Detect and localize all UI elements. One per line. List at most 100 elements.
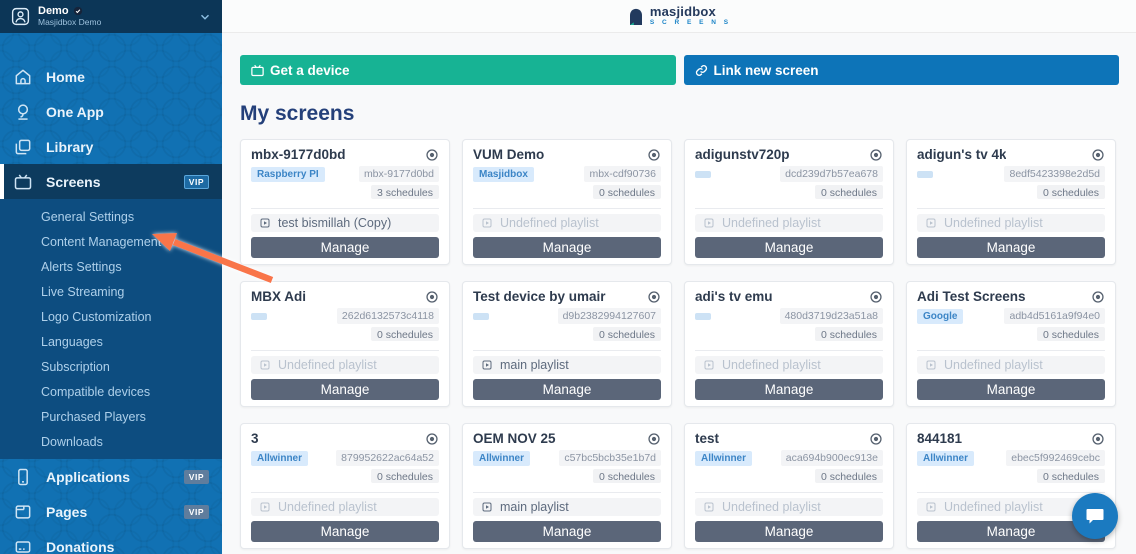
card-divider: [473, 350, 661, 352]
sidebar-subitem-general-settings[interactable]: General Settings: [0, 204, 222, 229]
screen-status-icon[interactable]: [1091, 290, 1105, 304]
screen-name: mbx-9177d0bd: [251, 147, 346, 163]
screen-status-icon[interactable]: [869, 290, 883, 304]
playlist-row[interactable]: Undefined playlist: [695, 214, 883, 232]
screen-status-icon[interactable]: [869, 148, 883, 162]
playlist-row[interactable]: Undefined playlist: [917, 214, 1105, 232]
screen-card: OEM NOV 25 Allwinner c57bc5bcb35e1b7d 0 sch…: [462, 423, 672, 549]
page-title: My screens: [240, 102, 355, 125]
screen-status-icon[interactable]: [869, 432, 883, 446]
playlist-row[interactable]: Undefined playlist: [251, 356, 439, 374]
device-id: mbx-9177d0bd: [358, 166, 439, 183]
chat-widget-button[interactable]: [1072, 493, 1118, 539]
screen-name: test: [695, 431, 720, 447]
sidebar-item-home[interactable]: Home: [0, 59, 222, 94]
card-divider: [251, 492, 439, 494]
playlist-row[interactable]: main playlist: [473, 356, 661, 374]
device-brand-badge: Allwinner: [473, 450, 531, 466]
sidebar-subitem-downloads[interactable]: Downloads: [0, 429, 222, 454]
manage-button[interactable]: Manage: [695, 236, 883, 258]
playlist-row[interactable]: main playlist: [473, 498, 661, 516]
manage-button[interactable]: Manage: [917, 236, 1105, 258]
screen-name: Test device by umair: [473, 289, 606, 305]
play-icon: [259, 359, 271, 371]
screen-name: OEM NOV 25: [473, 431, 556, 447]
chat-icon: [1086, 509, 1104, 524]
manage-button[interactable]: Manage: [473, 520, 661, 542]
playlist-row[interactable]: Undefined playlist: [251, 498, 439, 516]
playlist-row[interactable]: Undefined playlist: [695, 356, 883, 374]
play-icon: [925, 359, 937, 371]
playlist-row[interactable]: Undefined playlist: [473, 214, 661, 232]
screen-card: adigun's tv 4k 8edf5423398e2d5d 0 schedule…: [906, 139, 1116, 265]
card-meta-row: Google adb4d5161a9f94e0: [917, 308, 1105, 325]
manage-button[interactable]: Manage: [251, 520, 439, 542]
card-meta-row: 262d6132573c4118: [251, 308, 439, 325]
chevron-down-icon[interactable]: [198, 10, 212, 24]
screen-name: adi's tv emu: [695, 289, 773, 305]
schedules-badge: 0 schedules: [814, 469, 883, 484]
playlist-label: Undefined playlist: [500, 215, 599, 230]
sidebar-item-donations[interactable]: Donations: [0, 529, 222, 554]
sidebar-item-pages[interactable]: Pages VIP: [0, 494, 222, 529]
sidebar-subitem-live-streaming[interactable]: Live Streaming: [0, 279, 222, 304]
playlist-row[interactable]: Undefined playlist: [695, 498, 883, 516]
playlist-row[interactable]: test bismillah (Copy): [251, 214, 439, 232]
card-divider: [917, 492, 1105, 494]
sidebar-item-applications[interactable]: Applications VIP: [0, 459, 222, 494]
screen-status-icon[interactable]: [647, 148, 661, 162]
manage-button[interactable]: Manage: [473, 378, 661, 400]
sidebar-subitem-content-management[interactable]: Content Management: [0, 229, 222, 254]
card-meta-row: d9b2382994127607: [473, 308, 661, 325]
sidebar-item-library[interactable]: Library: [0, 129, 222, 164]
sidebar-subitem-alerts-settings[interactable]: Alerts Settings: [0, 254, 222, 279]
card-header: adigun's tv 4k: [917, 147, 1105, 162]
sidebar-subitem-languages[interactable]: Languages: [0, 329, 222, 354]
screen-status-icon[interactable]: [425, 432, 439, 446]
sidebar-subitem-logo-customization[interactable]: Logo Customization: [0, 304, 222, 329]
device-id: d9b2382994127607: [557, 308, 661, 325]
schedules-badge: 0 schedules: [814, 185, 883, 200]
screen-status-icon[interactable]: [1091, 148, 1105, 162]
sidebar-item-one-app[interactable]: One App: [0, 94, 222, 129]
manage-button[interactable]: Manage: [473, 236, 661, 258]
playlist-row[interactable]: Undefined playlist: [917, 356, 1105, 374]
manage-button[interactable]: Manage: [695, 378, 883, 400]
get-a-device-button[interactable]: Get a device: [240, 55, 676, 85]
screen-status-icon[interactable]: [1091, 432, 1105, 446]
toolbar: Get a device Link new screen: [222, 33, 1136, 85]
manage-button[interactable]: Manage: [251, 378, 439, 400]
playlist-label: Undefined playlist: [278, 357, 377, 372]
playlist-label: main playlist: [500, 357, 569, 372]
sidebar-item-screens[interactable]: Screens VIP: [0, 164, 222, 199]
manage-button[interactable]: Manage: [917, 378, 1105, 400]
tv-icon: [250, 63, 265, 78]
card-divider: [473, 208, 661, 210]
screen-status-icon[interactable]: [647, 432, 661, 446]
card-divider: [917, 350, 1105, 352]
screen-status-icon[interactable]: [425, 290, 439, 304]
manage-button[interactable]: Manage: [695, 520, 883, 542]
card-meta-row: Allwinner c57bc5bcb35e1b7d: [473, 450, 661, 467]
card-meta-row: dcd239d7b57ea678: [695, 166, 883, 183]
card-meta-row: 8edf5423398e2d5d: [917, 166, 1105, 183]
masjidbox-logo: masjidbox S C R E E N S: [627, 5, 731, 27]
sidebar-item-label: Pages: [46, 503, 88, 520]
device-brand-badge: Masjidbox: [473, 166, 534, 182]
screen-status-icon[interactable]: [647, 290, 661, 304]
card-header: test: [695, 431, 883, 446]
link-new-screen-label: Link new screen: [713, 62, 819, 78]
schedules-row: 0 schedules: [473, 469, 661, 484]
sidebar-subitem-purchased-players[interactable]: Purchased Players: [0, 404, 222, 429]
screen-name: 3: [251, 431, 259, 447]
device-id: adb4d5161a9f94e0: [1004, 308, 1105, 325]
link-new-screen-button[interactable]: Link new screen: [683, 55, 1119, 85]
account-switcher[interactable]: Demo Masjidbox Demo: [0, 0, 222, 33]
sidebar-subitem-subscription[interactable]: Subscription: [0, 354, 222, 379]
vip-badge: VIP: [183, 174, 209, 189]
screen-status-icon[interactable]: [425, 148, 439, 162]
schedules-row: 0 schedules: [917, 185, 1105, 200]
sidebar-subitem-compatible-devices[interactable]: Compatible devices: [0, 379, 222, 404]
manage-button[interactable]: Manage: [251, 236, 439, 258]
screen-name: adigunstv720p: [695, 147, 790, 163]
